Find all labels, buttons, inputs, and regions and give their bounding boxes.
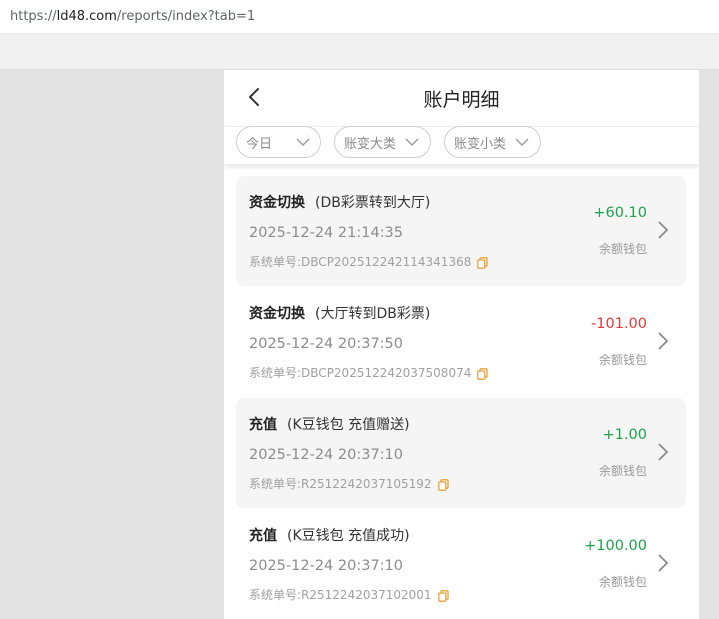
chevron-right-icon (658, 554, 669, 572)
address-bar[interactable]: https://ld48.com/reports/index?tab=1 (0, 0, 719, 34)
filter-date-label: 今日 (246, 137, 273, 152)
copy-icon[interactable] (477, 367, 489, 380)
transaction-type: 充值 (249, 528, 277, 544)
filter-category[interactable]: 账变大类 (334, 126, 431, 158)
copy-icon[interactable] (477, 256, 489, 269)
transaction-amount: +60.10 (593, 205, 647, 221)
url-scheme: https:// (10, 9, 57, 24)
transaction-title: 充值 (K豆钱包 充值赠送) (249, 414, 410, 434)
transaction-item[interactable]: 充值 (K豆钱包 充值赠送) 2025-12-24 20:37:10 系统单号:R… (236, 398, 686, 508)
page-header: 账户明细 (224, 70, 699, 126)
order-label: 系统单号: (249, 477, 302, 491)
transaction-item[interactable]: 充值 (K豆钱包 充值成功) 2025-12-24 20:37:10 系统单号:R… (236, 509, 686, 619)
wallet-label: 余额钱包 (598, 464, 647, 478)
transaction-amount: -101.00 (591, 316, 647, 332)
transaction-detail: (K豆钱包 充值赠送) (287, 417, 410, 433)
order-number: R2512242037105192 (301, 477, 432, 491)
transaction-title: 资金切换 (DB彩票转到大厅) (249, 192, 430, 212)
chevron-down-icon (515, 138, 529, 146)
filter-subcategory-label: 账变小类 (454, 137, 507, 152)
transaction-amount: +1.00 (602, 427, 647, 443)
transaction-type: 资金切换 (249, 195, 305, 211)
url-path: /reports/index?tab=1 (116, 9, 256, 24)
transaction-title: 资金切换 (大厅转到DB彩票) (249, 303, 430, 323)
order-number: DBCP20251224211434​1368 (301, 255, 472, 269)
transaction-time: 2025-12-24 20:37:10 (249, 558, 403, 574)
order-number-row: 系统单号:R2512242037102001 (249, 586, 449, 603)
order-label: 系统单号: (249, 255, 302, 269)
order-number-row: 系统单号:R2512242037105192 (249, 475, 449, 492)
page-title: 账户明细 (423, 89, 500, 111)
wallet-label: 余额钱包 (598, 575, 647, 589)
transaction-amount: +100.00 (584, 538, 647, 554)
wallet-label: 余额钱包 (598, 353, 647, 367)
order-number: DBCP202512242037508074 (301, 366, 472, 380)
transaction-detail: (大厅转到DB彩票) (315, 306, 431, 322)
wallet-label: 余额钱包 (598, 242, 647, 256)
order-number-row: 系统单号:DBCP20251224211434​1368 (249, 253, 489, 270)
url-text[interactable]: https://ld48.com/reports/index?tab=1 (10, 9, 255, 24)
copy-icon[interactable] (437, 478, 449, 491)
order-label: 系统单号: (249, 588, 302, 602)
filter-bar: 今日 账变大类 账变小类 (224, 126, 699, 164)
order-number-row: 系统单号:DBCP202512242037508074 (249, 364, 489, 381)
chevron-down-icon (296, 138, 310, 146)
filter-subcategory[interactable]: 账变小类 (444, 126, 541, 158)
browser-toolbar (0, 34, 719, 70)
url-host: ld48.com (56, 9, 117, 24)
order-label: 系统单号: (249, 366, 302, 380)
transaction-time: 2025-12-24 20:37:10 (249, 447, 403, 463)
mobile-viewport: 账户明细 今日 账变大类 账变小类 资金切换 (DB彩票转到大厅) 2025-12… (224, 70, 699, 619)
transaction-title: 充值 (K豆钱包 充值成功) (249, 525, 410, 545)
transaction-time: 2025-12-24 20:37:50 (249, 336, 403, 352)
transaction-list: 资金切换 (DB彩票转到大厅) 2025-12-24 21:14:35 系统单号:… (224, 164, 699, 619)
transaction-time: 2025-12-24 21:14:35 (249, 225, 403, 241)
chevron-right-icon (658, 443, 669, 461)
order-number: R2512242037102001 (301, 588, 432, 602)
transaction-detail: (DB彩票转到大厅) (315, 195, 431, 211)
transaction-type: 资金切换 (249, 306, 305, 322)
transaction-item[interactable]: 资金切换 (大厅转到DB彩票) 2025-12-24 20:37:50 系统单号:… (236, 287, 686, 397)
filter-date[interactable]: 今日 (236, 126, 321, 158)
transaction-type: 充值 (249, 417, 277, 433)
transaction-item[interactable]: 资金切换 (DB彩票转到大厅) 2025-12-24 21:14:35 系统单号:… (236, 176, 686, 286)
copy-icon[interactable] (437, 589, 449, 602)
transaction-detail: (K豆钱包 充值成功) (287, 528, 410, 544)
chevron-down-icon (405, 138, 419, 146)
chevron-right-icon (658, 221, 669, 239)
filter-category-label: 账变大类 (344, 137, 397, 152)
chevron-right-icon (658, 332, 669, 350)
